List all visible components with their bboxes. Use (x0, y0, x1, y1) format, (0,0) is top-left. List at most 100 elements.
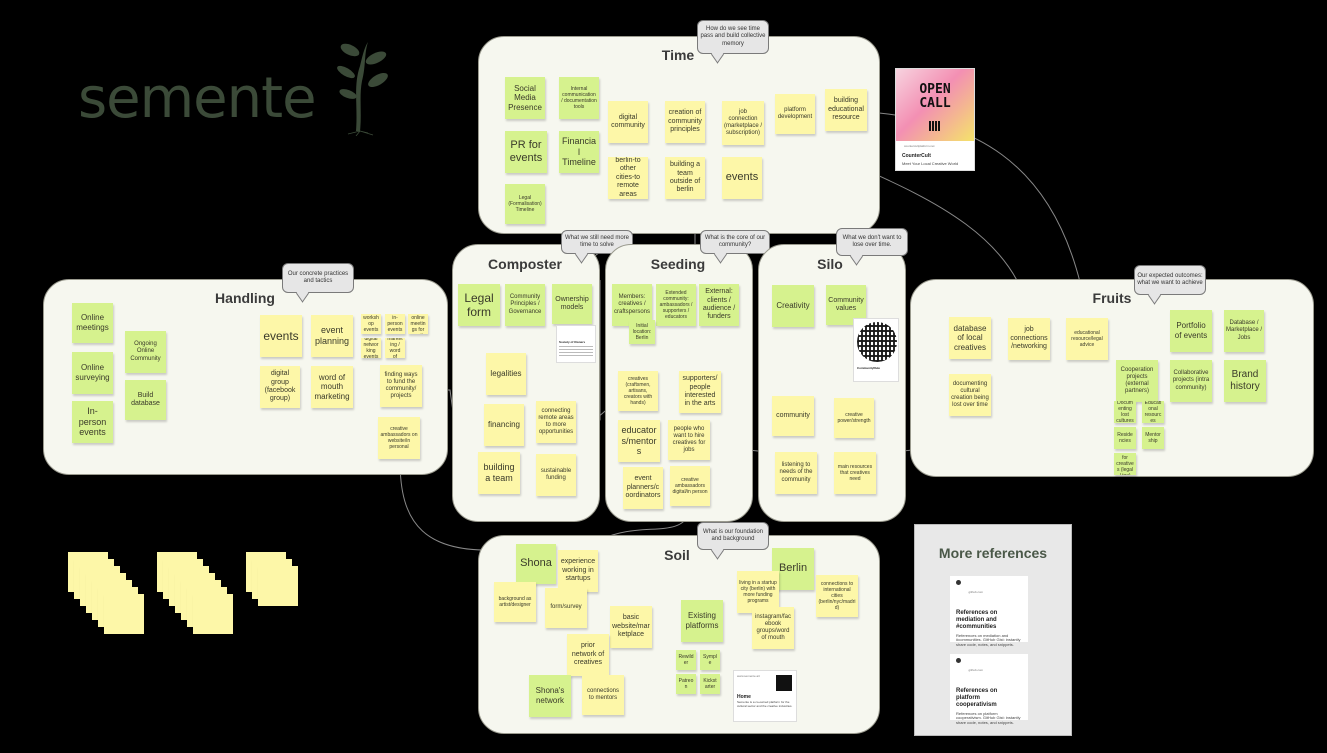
sticky-berlin-cities[interactable]: berlin-to other cities-to remote areas (608, 157, 648, 199)
sticky-job-connection[interactable]: job connection (marketplace / subscripti… (722, 101, 764, 145)
community-rule-card[interactable]: CommunityRule (853, 318, 899, 382)
sticky-platform-1[interactable]: Rewilder (676, 650, 696, 670)
sticky-main-resources[interactable]: main resources that creatives need (834, 452, 876, 494)
sticky-legalities[interactable]: legalities (486, 353, 526, 395)
sticky-workshop-events[interactable]: workshop events (361, 314, 381, 334)
sticky-small-note[interactable]: ongoing online meetings for creatives (408, 314, 428, 334)
sticky-residencies[interactable]: Residencies (1114, 427, 1136, 449)
sticky-form-survey[interactable]: form/survey (545, 588, 587, 628)
reference-card-communities[interactable]: github.com References on mediation and #… (950, 576, 1028, 647)
sticky-sustainable-funding[interactable]: sustainable funding (536, 454, 576, 496)
sticky-documenting[interactable]: documenting cultural creation being lost… (949, 374, 991, 416)
sticky-platform-4[interactable]: Kickstarter (700, 674, 720, 694)
sticky-financial-timeline[interactable]: Financial Timeline (559, 131, 599, 173)
sticky-community[interactable]: community (772, 396, 814, 436)
sticky-platform-3[interactable]: Patreon (676, 674, 696, 694)
sticky-mentorship[interactable]: Mentorship (1142, 427, 1164, 449)
sticky-community-principles[interactable]: creation of community principles (665, 101, 705, 143)
reference-card-platform-coop[interactable]: github.com References on platform cooper… (950, 654, 1028, 725)
sticky-digital-networking[interactable]: digital networking events (361, 338, 381, 358)
handling-title: Handling (215, 290, 275, 306)
sticky-creativity[interactable]: Creativity (772, 285, 814, 327)
sticky-online-surveying[interactable]: Online surveying (72, 352, 113, 394)
sticky-database-local[interactable]: database of local creatives (949, 317, 991, 359)
soil-title: Soil (664, 547, 690, 563)
sticky-collaborative[interactable]: Collaborative projects (intra community) (1170, 360, 1212, 402)
semente-logo: semente (78, 36, 388, 146)
reference-desc-1: References on mediation and #communities… (956, 632, 1021, 648)
sticky-social-media[interactable]: Social Media Presence (505, 77, 545, 119)
sticky-creative-ambassadors-seeding[interactable]: creative ambassadors digital/in person (670, 466, 710, 506)
blank-sticky-stack-1[interactable] (68, 552, 148, 638)
silo-title: Silo (817, 256, 843, 272)
sticky-online-meetings[interactable]: Online meetings (72, 303, 113, 343)
sticky-shonas-network[interactable]: Shona's network (529, 675, 571, 717)
open-call-card[interactable]: OPEN CALL countercultplatform.net Counte… (895, 68, 975, 171)
sticky-connecting-remote[interactable]: connecting remote areas to more opportun… (536, 401, 576, 443)
sticky-inperson-events[interactable]: In-person events (72, 401, 113, 443)
sticky-platform-2[interactable]: Symple (700, 650, 720, 670)
sticky-internal-communication[interactable]: Internal communication / documentation t… (559, 77, 599, 119)
blank-sticky-stack-2[interactable] (157, 552, 237, 638)
sticky-digital-community[interactable]: digital community (608, 101, 648, 143)
sticky-building-team[interactable]: building a team (478, 452, 520, 494)
sticky-digital-group[interactable]: digital group (facebook group) (260, 366, 300, 408)
sticky-event-planners[interactable]: event planners/coordinators (623, 467, 663, 509)
open-call-desc: Meet Your Local Creative World (902, 161, 959, 166)
sticky-platform-development[interactable]: platform development (775, 94, 815, 134)
sticky-ownership-models[interactable]: Ownership models (552, 284, 592, 324)
github-icon (956, 658, 961, 663)
society-of-owners-card[interactable]: Society of Owners (556, 325, 596, 363)
sticky-existing-platforms[interactable]: Existing platforms (681, 600, 723, 642)
sticky-hire-creatives[interactable]: people who want to hire creatives for jo… (668, 420, 710, 460)
sticky-educators[interactable]: educators/mentors (618, 420, 660, 462)
sticky-database-marketplace[interactable]: Database / Marketplace / Jobs (1224, 310, 1264, 352)
soil-question-bubble: What is our foundation and background (697, 522, 769, 550)
sticky-external[interactable]: External: clients / audience / funders (699, 284, 739, 326)
sticky-extended-community[interactable]: Extended community: ambassadors / suppor… (656, 284, 696, 326)
sticky-events-time[interactable]: events (722, 157, 762, 199)
sticky-shona[interactable]: Shona (516, 544, 556, 584)
sticky-educational-resource-fruits[interactable]: educational resource/legal advice (1066, 318, 1108, 360)
sticky-creatives[interactable]: creatives (craftsmen, artisans, creators… (618, 371, 658, 411)
sticky-educational-small[interactable]: Educational resources (1142, 401, 1164, 423)
sticky-documenting-small[interactable]: Documenting lost cultures (1114, 401, 1136, 423)
sticky-prior-network[interactable]: prior network of creatives (567, 634, 609, 676)
society-card-title: Society of Owners (559, 340, 586, 344)
sticky-fun-marketing[interactable]: fun marketing / word of mouth (385, 338, 405, 358)
sticky-educational-resource[interactable]: building educational resource (825, 89, 867, 131)
sticky-listening[interactable]: listening to needs of the community (775, 452, 817, 494)
society-card-lines (559, 346, 593, 356)
sticky-initial-location[interactable]: Initial location: Berlin (629, 320, 655, 344)
sticky-job-connections[interactable]: job connections/networking (1008, 318, 1050, 360)
blank-sticky-stack-3[interactable] (246, 552, 306, 614)
sticky-building-team-outside[interactable]: building a team outside of berlin (665, 157, 705, 199)
sticky-pr-events[interactable]: PR for events (505, 131, 547, 173)
sticky-background-artist[interactable]: background as artist/designer (494, 582, 536, 622)
sticky-community-principles-governance[interactable]: Community Principles / Governance (505, 284, 545, 326)
sticky-basic-website[interactable]: basic website/marketplace (610, 606, 652, 648)
sticky-brand-history[interactable]: Brand history (1224, 360, 1266, 402)
sticky-legal-timeline[interactable]: Legal (Formalisation) Timeline (505, 184, 545, 224)
sticky-inperson-small[interactable]: in-person events (385, 314, 405, 334)
reference-site-1: github.com (968, 590, 984, 594)
sticky-creative-power[interactable]: creative power/strength (834, 398, 874, 438)
sticky-word-of-mouth[interactable]: word of mouth marketing (311, 366, 353, 408)
sticky-experience-startups[interactable]: experience working in startups (558, 550, 598, 592)
sticky-event-planning[interactable]: event planning (311, 315, 353, 357)
sticky-supporters[interactable]: supporters/ people interested in the art… (679, 371, 721, 413)
sticky-ongoing-online-community[interactable]: Ongoing Online Community (125, 331, 166, 373)
sticky-events-handling[interactable]: events (260, 315, 302, 357)
sticky-finding-ways[interactable]: finding ways to fund the community/ proj… (380, 365, 422, 407)
sticky-cooperation[interactable]: Cooperation projects (external partners) (1116, 360, 1158, 402)
sticky-legal-form[interactable]: Legal form (458, 284, 500, 326)
sticky-creative-ambassadors-handling[interactable]: creative ambassadors on website/in perso… (378, 417, 420, 459)
home-link-card[interactable]: www.semente.art Home Semente is a co-own… (733, 670, 797, 722)
sticky-build-database[interactable]: Build database (125, 380, 166, 420)
sticky-financing[interactable]: financing (484, 404, 524, 446)
sticky-instagram[interactable]: instagram/facebook groups/word of mouth (752, 607, 794, 649)
sticky-intl-cities[interactable]: connections to international cities (ber… (816, 575, 858, 617)
sticky-portfolio[interactable]: Portfolio of events (1170, 310, 1212, 352)
sticky-connections-mentors[interactable]: connections to mentors (582, 675, 624, 715)
sticky-advice[interactable]: Advice for creatives (legal / tax) (1114, 453, 1136, 475)
